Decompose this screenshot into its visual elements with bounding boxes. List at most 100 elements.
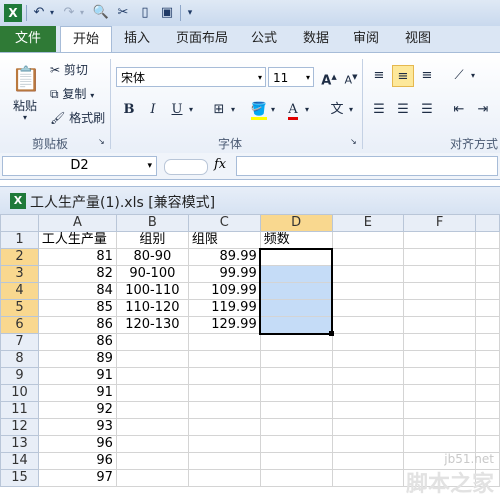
- cell-d[interactable]: [259, 282, 333, 300]
- borders-icon[interactable]: ⊞: [208, 99, 230, 121]
- cell-g[interactable]: [475, 401, 500, 419]
- cell-g[interactable]: [475, 435, 500, 453]
- cell-c[interactable]: 119.99: [187, 299, 261, 317]
- fill-color-dropdown-icon[interactable]: ▾: [268, 99, 278, 121]
- font-launcher-icon[interactable]: ↘: [350, 137, 357, 146]
- cell-e[interactable]: [331, 316, 405, 334]
- row-header[interactable]: 4: [0, 282, 39, 300]
- cell-f[interactable]: [403, 435, 477, 453]
- cell-f[interactable]: [403, 282, 477, 300]
- cell-a[interactable]: 86: [37, 333, 117, 351]
- tab-file[interactable]: 文件: [0, 26, 56, 52]
- cell-b[interactable]: [115, 401, 189, 419]
- row-header[interactable]: 10: [0, 384, 39, 402]
- cell-c[interactable]: 109.99: [187, 282, 261, 300]
- select-all-corner[interactable]: [0, 214, 39, 232]
- row-header[interactable]: 8: [0, 350, 39, 368]
- cell-d[interactable]: [259, 367, 333, 385]
- cell-a[interactable]: 84: [37, 282, 117, 300]
- cell-f[interactable]: [403, 367, 477, 385]
- cell-c[interactable]: [187, 367, 261, 385]
- align-bottom-icon[interactable]: ≡: [416, 65, 438, 87]
- underline-button[interactable]: U: [166, 99, 188, 121]
- cell-d[interactable]: [259, 248, 333, 266]
- cell-e[interactable]: [331, 435, 405, 453]
- redo-icon[interactable]: ↷: [60, 4, 78, 22]
- font-size-select[interactable]: 11 ▾: [268, 67, 314, 87]
- font-name-select[interactable]: 宋体 ▾: [116, 67, 266, 87]
- cell-e[interactable]: [331, 401, 405, 419]
- align-middle-icon[interactable]: ≡: [392, 65, 414, 87]
- font-color-button[interactable]: A: [282, 99, 304, 121]
- undo-icon[interactable]: ↶: [30, 4, 48, 22]
- cell-f[interactable]: [403, 418, 477, 436]
- cell-e[interactable]: [331, 282, 405, 300]
- cell-f[interactable]: [403, 333, 477, 351]
- column-header-c[interactable]: C: [187, 214, 261, 232]
- cell-c[interactable]: 89.99: [187, 248, 261, 266]
- orientation-icon[interactable]: ⟋: [448, 65, 470, 87]
- cell-f[interactable]: [403, 231, 477, 249]
- tab-view[interactable]: 视图: [398, 26, 438, 52]
- tab-data[interactable]: 数据: [296, 26, 336, 52]
- column-header-g[interactable]: [475, 214, 500, 232]
- cell-g[interactable]: [475, 333, 500, 351]
- column-header-f[interactable]: F: [403, 214, 477, 232]
- cell-e[interactable]: [331, 333, 405, 351]
- cell-d[interactable]: [259, 469, 333, 487]
- cell-c[interactable]: 99.99: [187, 265, 261, 283]
- cut-button[interactable]: ✂ 剪切: [50, 61, 88, 78]
- customize-qat-dropdown-icon[interactable]: ▾: [184, 4, 196, 22]
- cell-e[interactable]: [331, 248, 405, 266]
- row-header[interactable]: 9: [0, 367, 39, 385]
- cell-a[interactable]: 91: [37, 384, 117, 402]
- tab-formulas[interactable]: 公式: [246, 26, 282, 52]
- cell-c[interactable]: [187, 350, 261, 368]
- tab-review[interactable]: 审阅: [346, 26, 386, 52]
- cell-e[interactable]: [331, 452, 405, 470]
- cell-b[interactable]: [115, 333, 189, 351]
- row-header[interactable]: 6: [0, 316, 39, 334]
- cell-a[interactable]: 85: [37, 299, 117, 317]
- bold-button[interactable]: B: [118, 99, 140, 121]
- cell-g[interactable]: [475, 299, 500, 317]
- row-header[interactable]: 5: [0, 299, 39, 317]
- insert-function-icon[interactable]: fx: [214, 157, 226, 172]
- cell-d[interactable]: 频数: [259, 231, 333, 249]
- cell-g[interactable]: [475, 418, 500, 436]
- row-header[interactable]: 2: [0, 248, 39, 266]
- cell-g[interactable]: [475, 265, 500, 283]
- cell-b[interactable]: [115, 469, 189, 487]
- column-header-e[interactable]: E: [331, 214, 405, 232]
- column-header-b[interactable]: B: [115, 214, 189, 232]
- cell-b[interactable]: 80-90: [115, 248, 189, 266]
- cell-b[interactable]: [115, 452, 189, 470]
- increase-font-size-button[interactable]: A▲: [318, 66, 340, 88]
- cell-c[interactable]: [187, 469, 261, 487]
- cell-d[interactable]: [259, 452, 333, 470]
- increase-indent-icon[interactable]: ⇥: [472, 99, 494, 121]
- cell-b[interactable]: [115, 367, 189, 385]
- excel-icon[interactable]: X: [4, 4, 22, 22]
- tab-page-layout[interactable]: 页面布局: [170, 26, 234, 52]
- phonetic-dropdown-icon[interactable]: ▾: [346, 99, 356, 121]
- cell-c[interactable]: [187, 333, 261, 351]
- cell-a[interactable]: 93: [37, 418, 117, 436]
- underline-dropdown-icon[interactable]: ▾: [186, 99, 196, 121]
- copy-dropdown-icon[interactable]: ▾: [90, 91, 94, 100]
- cell-a[interactable]: 91: [37, 367, 117, 385]
- row-header[interactable]: 3: [0, 265, 39, 283]
- save-icon[interactable]: ▣: [158, 4, 176, 22]
- cell-c[interactable]: 组限: [187, 231, 261, 249]
- cell-e[interactable]: [331, 350, 405, 368]
- row-header[interactable]: 15: [0, 469, 39, 487]
- cell-d[interactable]: [259, 435, 333, 453]
- row-header[interactable]: 13: [0, 435, 39, 453]
- tab-home[interactable]: 开始: [60, 26, 112, 53]
- row-header[interactable]: 12: [0, 418, 39, 436]
- tab-insert[interactable]: 插入: [118, 26, 156, 52]
- fill-color-icon[interactable]: 🪣: [248, 99, 270, 121]
- cell-d[interactable]: [259, 350, 333, 368]
- cell-e[interactable]: [331, 384, 405, 402]
- cell-e[interactable]: [331, 418, 405, 436]
